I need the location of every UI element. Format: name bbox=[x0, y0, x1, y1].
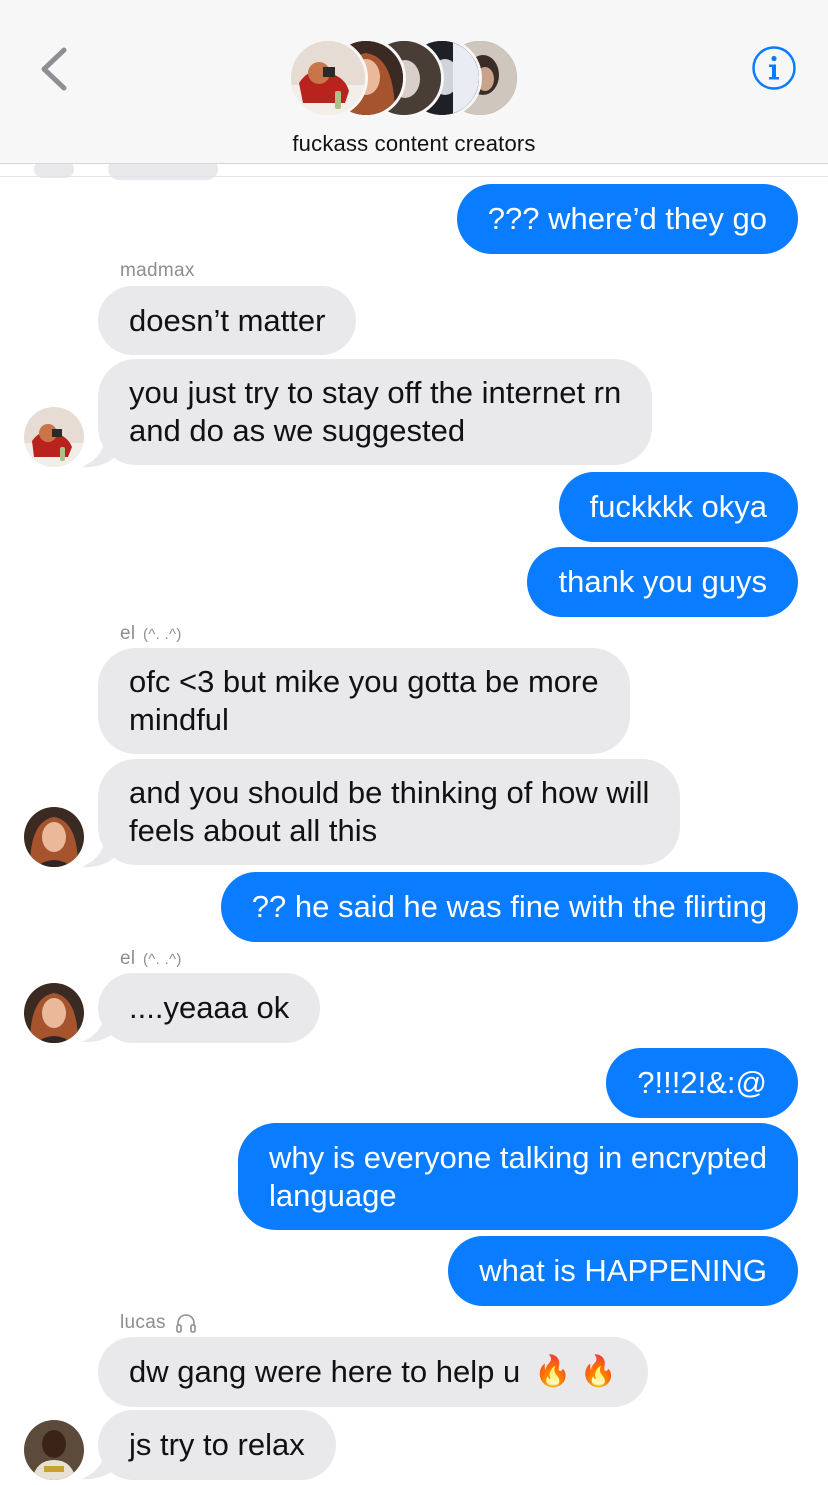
chat-header: fuckass content creators bbox=[0, 0, 828, 164]
message-text-line: why is everyone talking in encrypted bbox=[269, 1139, 767, 1175]
message-list[interactable]: ??? where’d they go madmax doesn’t matte… bbox=[0, 0, 828, 1485]
message-bubble-incoming[interactable]: and you should be thinking of how will f… bbox=[98, 759, 681, 865]
message-text-line: and do as we suggested bbox=[129, 413, 466, 448]
message-bubble-outgoing[interactable]: ?!!!2!&:@ bbox=[606, 1048, 798, 1118]
message-text: ?!!!2!&:@ bbox=[637, 1065, 767, 1100]
sender-kaomoji: (^. .^) bbox=[142, 951, 182, 968]
message-text: ....yeaaa ok bbox=[129, 990, 290, 1025]
message-text-line: language bbox=[269, 1177, 397, 1213]
message-bubble-outgoing[interactable]: why is everyone talking in encrypted lan… bbox=[238, 1123, 798, 1230]
sender-name-text: lucas bbox=[120, 1312, 166, 1333]
message-bubble-incoming[interactable]: you just try to stay off the internet rn… bbox=[98, 359, 653, 465]
message-bubble-incoming[interactable]: ....yeaaa ok bbox=[98, 973, 321, 1043]
group-avatar-stack[interactable] bbox=[288, 38, 528, 122]
avatar-el[interactable] bbox=[24, 807, 84, 867]
message-bubble-outgoing[interactable]: fuckkkk okya bbox=[558, 472, 798, 542]
avatar-image bbox=[24, 807, 84, 867]
avatar-image bbox=[24, 1420, 84, 1480]
avatar-lucas[interactable] bbox=[24, 1420, 84, 1480]
back-chevron-icon[interactable] bbox=[28, 38, 80, 98]
avatar-el[interactable] bbox=[24, 983, 84, 1043]
group-member-avatar bbox=[288, 38, 368, 118]
headphones-icon bbox=[176, 1314, 196, 1333]
message-text-line: mindful bbox=[129, 702, 229, 737]
message-text: thank you guys bbox=[558, 564, 767, 599]
avatar-image bbox=[24, 983, 84, 1043]
sender-name: el (^. .^) bbox=[120, 623, 182, 645]
message-text-line: ofc <3 but mike you gotta be more bbox=[129, 664, 599, 699]
message-bubble-outgoing[interactable]: thank you guys bbox=[527, 547, 798, 617]
message-text: dw gang were here to help u bbox=[129, 1354, 521, 1389]
message-text: what is HAPPENING bbox=[479, 1253, 767, 1288]
sender-name: lucas bbox=[120, 1311, 198, 1335]
message-text: doesn’t matter bbox=[129, 302, 326, 338]
message-text-line: you just try to stay off the internet rn bbox=[129, 375, 622, 410]
avatar-madmax[interactable] bbox=[24, 407, 84, 467]
sender-name: madmax bbox=[120, 260, 195, 281]
message-bubble-incoming[interactable]: dw gang were here to help u 🔥 🔥 bbox=[98, 1337, 649, 1407]
message-bubble-outgoing[interactable]: what is HAPPENING bbox=[448, 1236, 798, 1306]
message-text-line: feels about all this bbox=[129, 813, 378, 848]
sender-name: el (^. .^) bbox=[120, 948, 182, 970]
message-text: ?? he said he was fine with the flirting bbox=[251, 889, 767, 924]
message-text: fuckkkk okya bbox=[589, 489, 767, 524]
message-bubble-outgoing[interactable]: ?? he said he was fine with the flirting bbox=[220, 872, 798, 942]
sender-kaomoji: (^. .^) bbox=[142, 626, 182, 643]
fire-emoji: 🔥 🔥 bbox=[534, 1355, 618, 1388]
group-name[interactable]: fuckass content creators bbox=[0, 131, 828, 157]
message-text-line: and you should be thinking of how will bbox=[129, 775, 650, 810]
avatar-image bbox=[24, 407, 84, 467]
sender-name-text: el bbox=[120, 948, 136, 969]
sender-name-text: el bbox=[120, 623, 136, 644]
header-divider bbox=[0, 176, 828, 177]
info-icon[interactable] bbox=[751, 45, 797, 91]
message-bubble-outgoing[interactable]: ??? where’d they go bbox=[456, 184, 798, 254]
chat-screen: ??? where’d they go madmax doesn’t matte… bbox=[0, 0, 828, 1485]
message-text: js try to relax bbox=[129, 1427, 305, 1462]
message-bubble-incoming[interactable]: js try to relax bbox=[98, 1410, 336, 1480]
message-bubble-incoming[interactable]: ofc <3 but mike you gotta be more mindfu… bbox=[98, 648, 630, 754]
message-bubble-incoming[interactable]: doesn’t matter bbox=[98, 286, 357, 355]
message-text: ??? where’d they go bbox=[487, 201, 767, 236]
